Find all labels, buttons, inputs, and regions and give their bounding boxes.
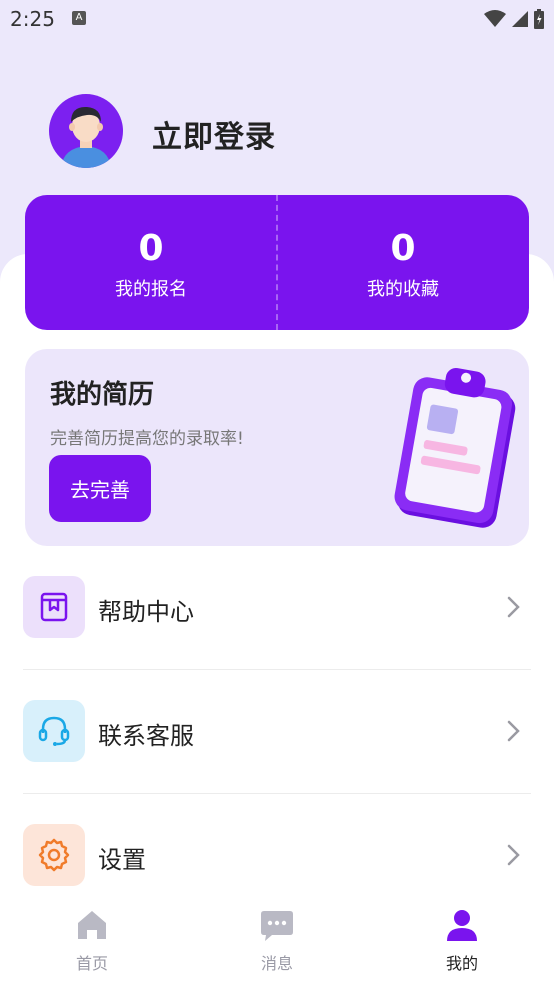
nav-item-home[interactable]: 首页 xyxy=(0,908,184,974)
notification-a-icon: A xyxy=(72,11,86,25)
message-icon xyxy=(261,911,293,941)
menu-label: 设置 xyxy=(98,846,146,874)
nav-label: 消息 xyxy=(260,954,293,973)
status-time: 2:25 xyxy=(10,7,55,31)
nav-item-profile[interactable]: 我的 xyxy=(370,908,554,974)
status-bar: 2:25 A xyxy=(0,0,554,40)
avatar-person-icon xyxy=(61,106,111,168)
signal-icon xyxy=(512,11,528,27)
nav-item-messages[interactable]: 消息 xyxy=(185,908,369,974)
stats-card: 0 我的报名 0 我的收藏 xyxy=(25,195,529,330)
menu-label: 联系客服 xyxy=(98,722,194,750)
menu-label: 帮助中心 xyxy=(98,598,194,626)
complete-resume-button[interactable]: 去完善 xyxy=(49,455,151,522)
battery-icon xyxy=(534,9,544,29)
stat-registrations[interactable]: 0 我的报名 xyxy=(25,227,277,301)
user-icon xyxy=(447,910,477,941)
gear-icon xyxy=(23,824,85,886)
resume-card: 我的简历 完善简历提高您的录取率! 去完善 xyxy=(25,349,529,546)
resume-subtitle: 完善简历提高您的录取率! xyxy=(50,429,244,449)
menu-item-settings[interactable]: 设置 xyxy=(23,824,531,886)
login-link[interactable]: 立即登录 xyxy=(152,112,276,156)
clipboard-illustration-icon xyxy=(394,368,516,528)
stat-count: 0 xyxy=(390,228,416,269)
stat-favorites[interactable]: 0 我的收藏 xyxy=(277,227,529,301)
menu-divider xyxy=(23,793,531,794)
avatar[interactable] xyxy=(49,94,123,168)
chevron-right-icon xyxy=(507,720,520,742)
chevron-right-icon xyxy=(507,596,520,618)
menu-item-help-center[interactable]: 帮助中心 xyxy=(23,576,531,638)
menu-divider xyxy=(23,669,531,670)
nav-label: 首页 xyxy=(75,954,108,973)
chevron-right-icon xyxy=(507,844,520,866)
stat-label: 我的报名 xyxy=(115,279,187,300)
stat-count: 0 xyxy=(138,228,164,269)
headset-icon xyxy=(23,700,85,762)
resume-title: 我的简历 xyxy=(50,380,155,410)
menu-item-customer-service[interactable]: 联系客服 xyxy=(23,700,531,762)
wifi-icon xyxy=(484,10,506,27)
home-icon xyxy=(78,911,106,939)
status-indicators xyxy=(484,8,544,30)
help-book-icon xyxy=(23,576,85,638)
nav-label: 我的 xyxy=(445,954,478,973)
bottom-nav: 首页 消息 我的 xyxy=(0,900,554,984)
stat-label: 我的收藏 xyxy=(367,279,439,300)
